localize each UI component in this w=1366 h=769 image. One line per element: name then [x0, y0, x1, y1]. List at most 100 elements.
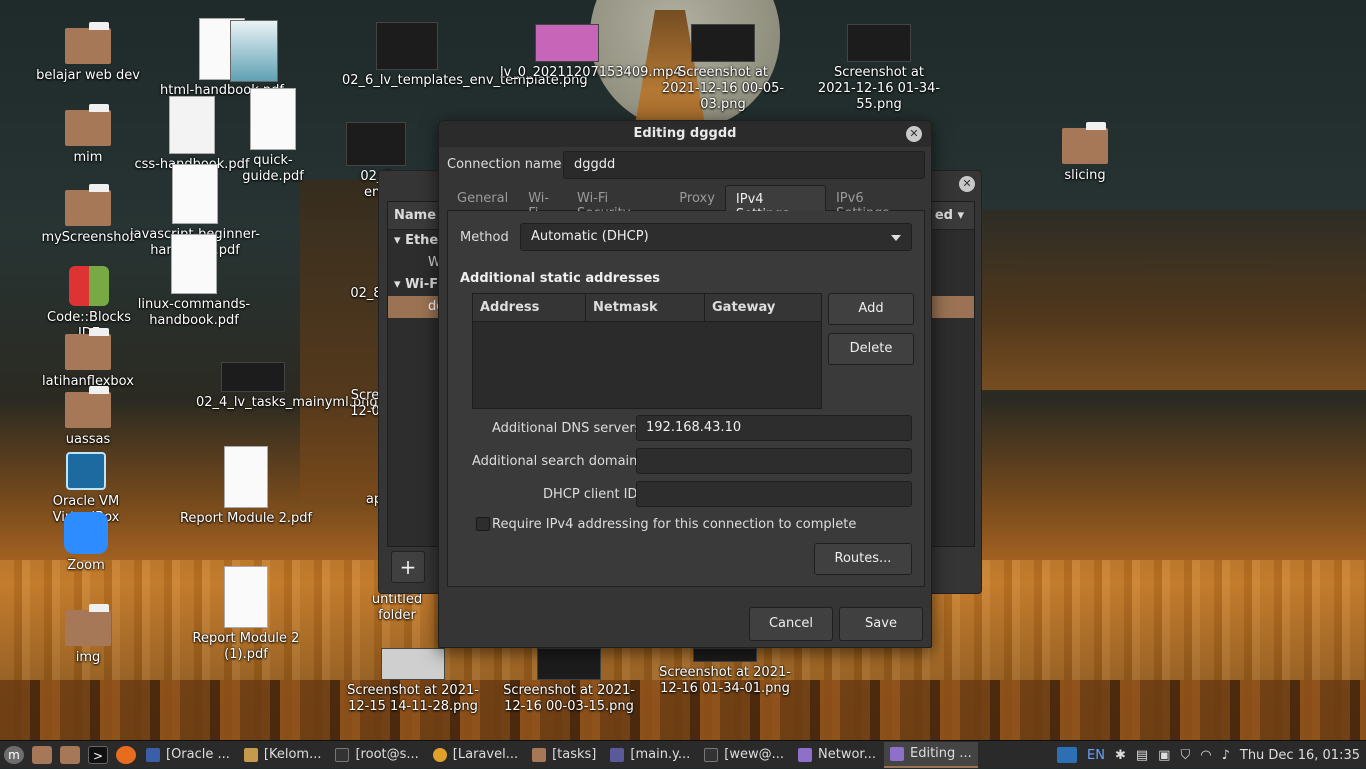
desktop-file-screenshot-013401[interactable]: Screenshot at 2021-12-16 01-34-01.png: [658, 648, 792, 697]
show-desktop-icon[interactable]: [32, 745, 52, 764]
file-manager-icon[interactable]: [60, 745, 80, 764]
desktop-thumbnail-photo[interactable]: [230, 20, 278, 82]
close-icon[interactable]: ✕: [959, 176, 975, 192]
method-dropdown[interactable]: Automatic (DHCP): [520, 223, 912, 251]
add-address-button[interactable]: Add: [828, 293, 914, 325]
desktop-folder-myscreenshot[interactable]: myScreenshot: [38, 184, 138, 246]
desktop-folder-uassas[interactable]: uassas: [48, 386, 128, 448]
dialog-title: Editing dggdd: [633, 126, 737, 141]
routes-button[interactable]: Routes...: [814, 543, 912, 575]
tab-wifi-security[interactable]: Wi-Fi Security: [567, 185, 669, 221]
desktop-file-screenshot-141128[interactable]: Screenshot at 2021-12-15 14-11-28.png: [346, 648, 480, 715]
screenshot-icon[interactable]: [1057, 747, 1078, 763]
image-thumbnail-icon: [691, 24, 755, 62]
search-domains-input[interactable]: [636, 448, 912, 474]
desktop-file-02-6-lv-templates[interactable]: 02_6_lv_templates_env_template.png: [342, 22, 588, 89]
folder-icon: [65, 184, 111, 226]
taskbar-item-laravel[interactable]: [Laravel...: [427, 742, 524, 768]
require-ipv4-checkbox[interactable]: [476, 517, 490, 531]
pdf-icon: [250, 88, 296, 150]
desktop-icon-label: Screenshot at 2021-12-16 00-05-03.png: [661, 65, 785, 112]
tab-ipv4-settings[interactable]: IPv4 Settings: [724, 185, 826, 222]
desktop-file-screenshot-000315[interactable]: Screenshot at 2021-12-16 00-03-15.png: [502, 648, 636, 715]
taskbar-item-terminal-wew[interactable]: [wew@...: [698, 742, 790, 768]
update-manager-icon[interactable]: ▣: [1158, 748, 1170, 763]
dns-servers-input[interactable]: 192.168.43.10: [636, 415, 912, 441]
column-right: ed ▾: [934, 208, 964, 223]
add-connection-button[interactable]: +: [391, 551, 425, 583]
desktop-icon-label: Report Module 2 (1).pdf: [192, 631, 300, 662]
pdf-icon: [224, 446, 268, 508]
desktop-folder-mim[interactable]: mim: [48, 104, 128, 166]
cancel-button[interactable]: Cancel: [749, 607, 833, 641]
desktop-file-report-module-2-1[interactable]: Report Module 2 (1).pdf: [178, 566, 314, 663]
desktop-folder-untitled[interactable]: untitled folder: [352, 592, 442, 624]
desktop-folder-slicing[interactable]: slicing: [1050, 122, 1120, 184]
clipboard-icon[interactable]: ▤: [1136, 748, 1148, 763]
column-address[interactable]: Address: [473, 294, 586, 321]
terminal-icon: [335, 747, 350, 762]
taskbar-item-kelompok[interactable]: [Kelom...: [238, 742, 328, 768]
mint-menu-icon[interactable]: m: [4, 745, 24, 764]
chrome-icon: [432, 747, 447, 762]
require-ipv4-label: Require IPv4 addressing for this connect…: [492, 517, 857, 532]
static-addresses-table[interactable]: Address Netmask Gateway: [472, 293, 822, 409]
close-icon[interactable]: ✕: [906, 126, 922, 142]
desktop-folder-latihanflexbox[interactable]: latihanflexbox: [38, 328, 138, 390]
desktop-file-report-module-2[interactable]: Report Module 2.pdf: [178, 446, 314, 527]
desktop-icon-label: linux-commands-handbook.pdf: [137, 297, 251, 328]
desktop-file-lv-0-mp4[interactable]: lv_0_20211207153409.mp4: [500, 24, 682, 81]
codeblocks-icon: [69, 266, 109, 306]
taskbar-item-oracle[interactable]: [Oracle ...: [140, 742, 236, 768]
taskbar-item-tasks[interactable]: [tasks]: [526, 742, 602, 768]
editing-connection-dialog[interactable]: Editing dggdd ✕ Connection name dggdd Ge…: [438, 120, 932, 648]
desktop-file-02-4-lv-tasks[interactable]: 02_4_lv_tasks_mainyml.png: [196, 362, 378, 411]
folder-icon: [65, 104, 111, 146]
desktop-icon-label: latihanflexbox: [42, 374, 134, 389]
firefox-icon[interactable]: [116, 745, 136, 764]
desktop-file-linux-handbook[interactable]: linux-commands-handbook.pdf: [134, 234, 254, 329]
method-value: Automatic (DHCP): [531, 229, 649, 244]
connection-name-input[interactable]: dggdd: [563, 151, 925, 179]
desktop-icon-label: slicing: [1064, 168, 1106, 183]
desktop-folder-belajar-web-dev[interactable]: belajar web dev: [36, 22, 140, 84]
bluetooth-icon[interactable]: ✱: [1115, 748, 1126, 763]
tab-proxy[interactable]: Proxy: [669, 185, 725, 211]
shield-icon[interactable]: ⛉: [1180, 748, 1190, 763]
taskbar-item-network[interactable]: Networ...: [792, 742, 882, 768]
settings-tabs: General Wi-Fi Wi-Fi Security Proxy IPv4 …: [447, 185, 925, 222]
terminal-icon[interactable]: >: [88, 745, 108, 764]
column-netmask[interactable]: Netmask: [586, 294, 705, 321]
delete-address-button[interactable]: Delete: [828, 333, 914, 365]
image-thumbnail-icon: [693, 648, 757, 662]
desktop-icon-label: Report Module 2.pdf: [179, 511, 313, 526]
folder-icon: [65, 22, 111, 64]
taskbar-item-main-yml[interactable]: [main.y...: [604, 742, 696, 768]
taskbar-item-terminal-root[interactable]: [root@s...: [329, 742, 424, 768]
desktop-folder-img[interactable]: img: [48, 604, 128, 666]
volume-icon[interactable]: ♪: [1222, 748, 1230, 763]
tab-wifi[interactable]: Wi-Fi: [518, 185, 567, 221]
app-icon: [243, 747, 258, 762]
save-button[interactable]: Save: [839, 607, 923, 641]
desktop-file-html-handbook[interactable]: html-handbook.pdf: [132, 18, 312, 99]
desktop-app-zoom[interactable]: Zoom: [48, 512, 124, 574]
language-indicator[interactable]: EN: [1087, 748, 1105, 763]
wifi-icon[interactable]: ◠: [1200, 748, 1211, 763]
desktop-icon-label: lv_0_20211207153409.mp4: [500, 65, 682, 80]
desktop-icon-label: img: [75, 650, 101, 665]
desktop-icon-label: myScreenshot: [41, 230, 135, 245]
pdf-icon: [169, 96, 215, 154]
dialog-titlebar[interactable]: Editing dggdd ✕: [439, 121, 931, 147]
tab-ipv6-settings[interactable]: IPv6 Settings: [826, 185, 925, 221]
addresses-table-header: Address Netmask Gateway: [473, 294, 821, 322]
taskbar-item-editing[interactable]: Editing ...: [884, 741, 978, 768]
desktop-icon-label: belajar web dev: [36, 68, 140, 83]
tab-general[interactable]: General: [447, 185, 518, 211]
column-gateway[interactable]: Gateway: [705, 294, 821, 321]
desktop-file-screenshot-013455[interactable]: Screenshot at 2021-12-16 01-34-55.png: [814, 24, 944, 113]
desktop-file-screenshot-000503[interactable]: Screenshot at 2021-12-16 00-05-03.png: [658, 24, 788, 113]
clock[interactable]: Thu Dec 16, 01:35: [1240, 748, 1360, 763]
image-thumbnail-icon: [537, 648, 601, 680]
dhcp-client-id-input[interactable]: [636, 481, 912, 507]
